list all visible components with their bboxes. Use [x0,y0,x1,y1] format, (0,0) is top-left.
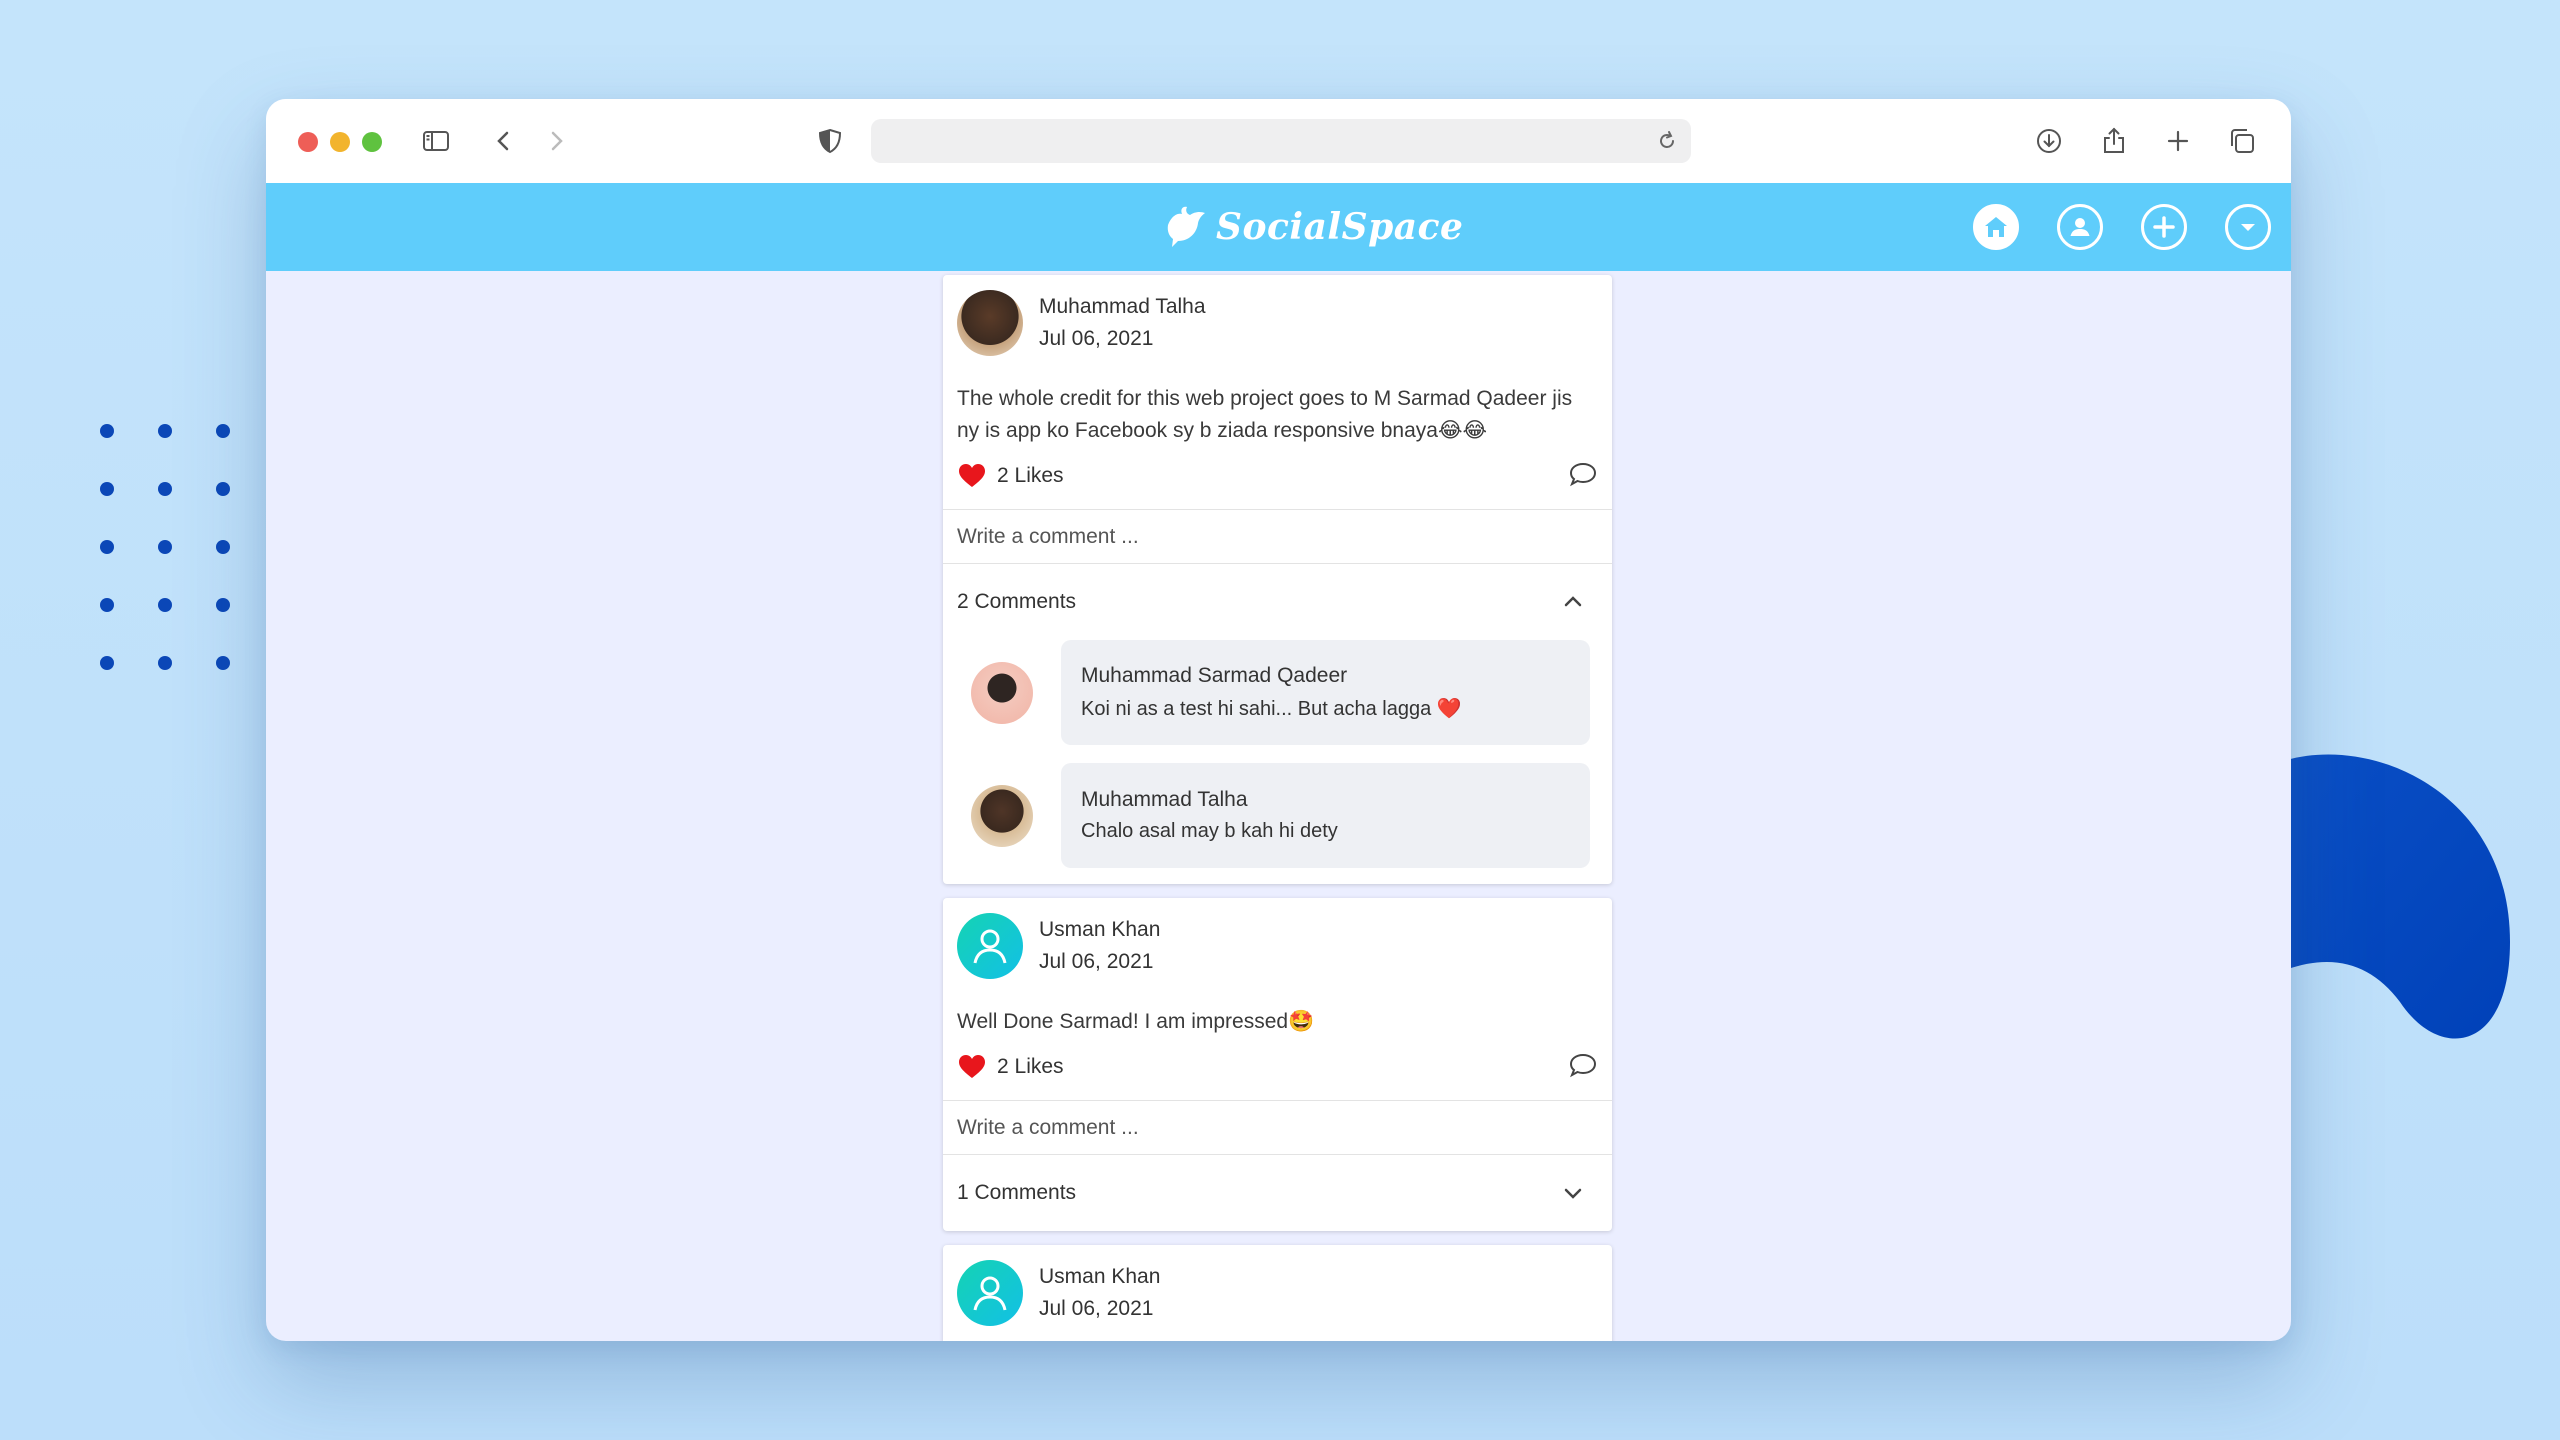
brand-name: SocialSpace [1216,206,1464,248]
post-card: Usman Khan Jul 06, 2021 Well Done Sarmad… [943,898,1612,1231]
heart-icon [959,464,985,487]
user-icon [973,929,1007,964]
post-card: Usman Khan Jul 06, 2021 [943,1245,1612,1341]
comment-list: Muhammad Sarmad Qadeer Koi ni as a test … [943,640,1612,884]
post-text: The whole credit for this web project go… [957,387,1573,442]
comment-text: Chalo asal may b kah hi dety [1081,820,1338,842]
comment-input[interactable] [943,509,1612,564]
comment-item: Muhammad Talha Chalo asal may b kah hi d… [971,763,1590,868]
dove-icon [1167,206,1205,247]
dropdown-nav-button[interactable] [2225,204,2271,250]
post-header: Usman Khan Jul 06, 2021 [943,898,1612,980]
post-date: Jul 06, 2021 [1039,950,1154,973]
address-bar[interactable] [871,119,1691,163]
likes-count: 2 Likes [997,464,1064,487]
tabs-overview-icon[interactable] [2224,123,2260,159]
reload-icon[interactable] [1655,129,1679,153]
forward-icon[interactable] [538,123,574,159]
comment-icon [1569,1053,1597,1077]
dropdown-icon [2241,224,2255,231]
post-actions: 2 Likes [943,447,1612,509]
post-text: Well Done Sarmad! I am impressed🤩 [957,1010,1315,1033]
minimize-window-button[interactable] [330,132,350,152]
heart-icon [959,1055,985,1078]
post-header: Muhammad Talha Jul 06, 2021 [943,275,1612,357]
comment-icon [1569,462,1597,486]
post-author[interactable]: Muhammad Talha [1039,295,1206,319]
post-card: Muhammad Talha Jul 06, 2021 The whole cr… [943,275,1612,884]
comments-count: 2 Comments [957,590,1077,613]
post-header: Usman Khan Jul 06, 2021 [943,1245,1612,1327]
user-icon [973,1276,1007,1311]
app-header: SocialSpace [266,183,2291,271]
post-date: Jul 06, 2021 [1039,327,1154,350]
post-author[interactable]: Usman Khan [1039,918,1160,942]
share-icon[interactable] [2096,123,2132,159]
chevron-up-icon [1564,596,1582,607]
close-window-button[interactable] [298,132,318,152]
decorative-dot-grid [100,424,240,684]
comment-button[interactable] [1568,459,1598,494]
commenter-avatar[interactable] [971,784,1033,847]
comment-bubble: Muhammad Talha Chalo asal may b kah hi d… [1061,763,1590,868]
comment-bubble: Muhammad Sarmad Qadeer Koi ni as a test … [1061,640,1590,745]
comment-input[interactable] [943,1100,1612,1155]
comments-count: 1 Comments [957,1181,1077,1204]
author-avatar[interactable] [957,1260,1023,1326]
author-avatar[interactable] [957,290,1023,356]
comments-toggle[interactable]: 2 Comments [943,564,1612,640]
comment-text: Koi ni as a test hi sahi... But acha lag… [1081,698,1462,720]
chevron-down-icon [1564,1188,1582,1199]
download-icon[interactable] [2031,123,2067,159]
commenter-name[interactable]: Muhammad Sarmad Qadeer [1081,664,1570,688]
profile-icon [2070,218,2090,236]
post-feed: Muhammad Talha Jul 06, 2021 The whole cr… [943,275,1612,1341]
brand-logo[interactable]: SocialSpace [1164,203,1463,251]
comment-item: Muhammad Sarmad Qadeer Koi ni as a test … [971,640,1590,745]
post-author[interactable]: Usman Khan [1039,1265,1160,1289]
home-nav-button[interactable] [1973,204,2019,250]
home-icon [1985,217,2007,237]
post-actions: 2 Likes [943,1038,1612,1100]
browser-toolbar [266,99,2291,183]
commenter-avatar[interactable] [971,661,1033,724]
comment-button[interactable] [1568,1050,1598,1085]
likes-count: 2 Likes [997,1055,1064,1078]
comments-toggle[interactable]: 1 Comments [943,1155,1612,1231]
author-avatar[interactable] [957,913,1023,979]
back-icon[interactable] [486,123,522,159]
maximize-window-button[interactable] [362,132,382,152]
profile-nav-button[interactable] [2057,204,2103,250]
sidebar-icon[interactable] [418,123,454,159]
commenter-name[interactable]: Muhammad Talha [1081,788,1570,812]
add-post-nav-button[interactable] [2141,204,2187,250]
shield-icon[interactable] [812,123,848,159]
like-button[interactable]: 2 Likes [957,461,1064,491]
browser-window: SocialSpace Muhammad Talha Jul 06, 2021 [266,99,2291,1341]
decorative-blob [2280,754,2510,1039]
like-button[interactable]: 2 Likes [957,1052,1064,1082]
new-tab-icon[interactable] [2160,123,2196,159]
add-post-icon [2153,216,2175,238]
post-date: Jul 06, 2021 [1039,1297,1154,1320]
